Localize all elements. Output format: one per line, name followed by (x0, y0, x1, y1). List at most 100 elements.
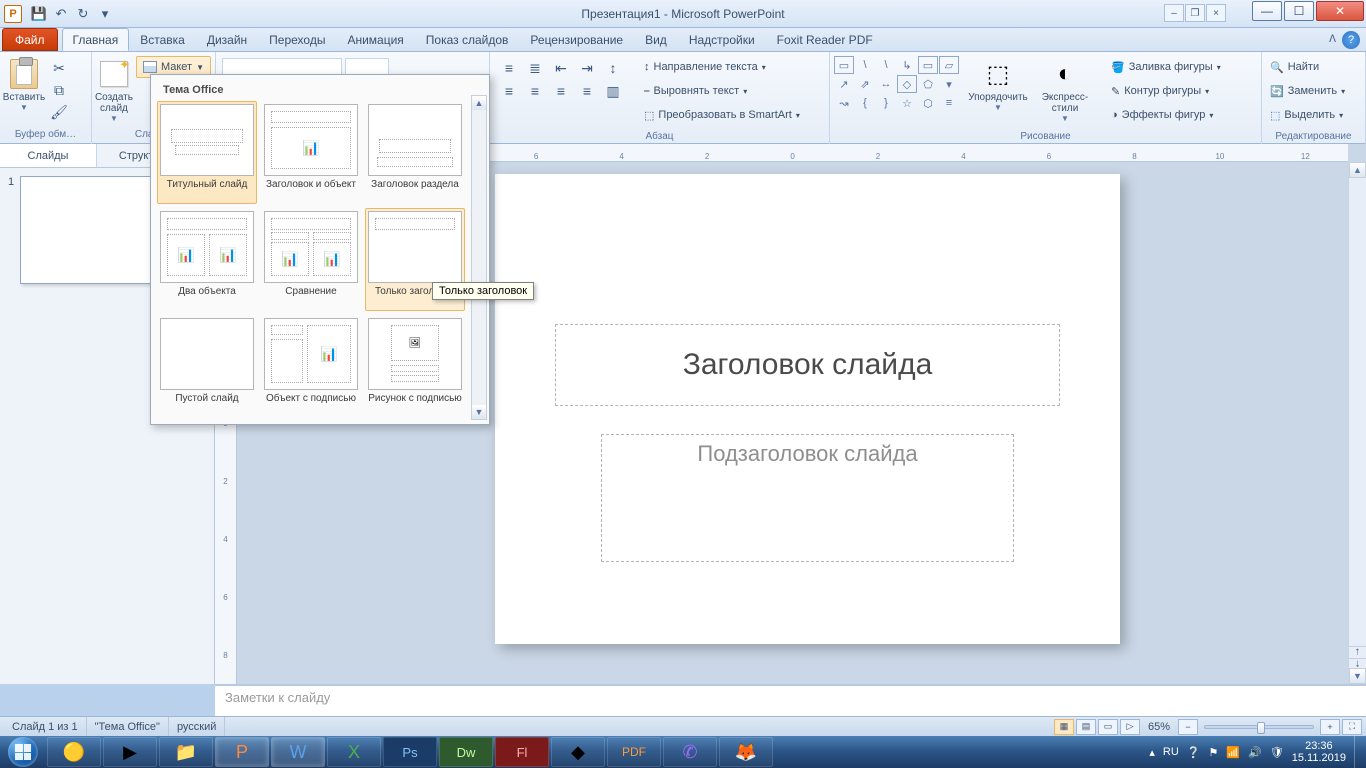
tab-slides-panel[interactable]: Слайды (0, 144, 97, 167)
start-button[interactable] (0, 736, 46, 768)
ribbon-minimize-icon[interactable]: ᐱ (1329, 34, 1336, 45)
layout-comparison[interactable]: Сравнение (261, 208, 361, 311)
quick-styles-button[interactable]: ◐ Экспресс-стили ▼ (1029, 54, 1101, 123)
window-minimize[interactable]: — (1252, 1, 1282, 21)
taskbar-powerpoint[interactable]: P (215, 737, 269, 767)
subtitle-placeholder[interactable]: Подзаголовок слайда (601, 434, 1014, 562)
tray-lang[interactable]: RU (1163, 746, 1179, 758)
tray-clock[interactable]: 23:36 15.11.2019 (1292, 740, 1346, 764)
layout-title-content[interactable]: Заголовок и объект (261, 101, 361, 204)
tray-show-hidden-icon[interactable]: ▴ (1149, 746, 1155, 759)
align-right-icon[interactable]: ≡ (550, 81, 572, 101)
layout-content-caption[interactable]: Объект с подписью (261, 315, 361, 418)
shape-fill-button[interactable]: 🪣Заливка фигуры▾ (1107, 56, 1225, 78)
tray-help-icon[interactable]: ❔ (1187, 746, 1201, 759)
taskbar-chrome[interactable]: 🟡 (47, 737, 101, 767)
tab-design[interactable]: Дизайн (196, 28, 258, 51)
cut-icon[interactable]: ✂ (48, 58, 70, 78)
taskbar-word[interactable]: W (271, 737, 325, 767)
zoom-slider-thumb[interactable] (1257, 722, 1265, 734)
status-slide[interactable]: Слайд 1 из 1 (4, 717, 87, 737)
tab-transitions[interactable]: Переходы (258, 28, 336, 51)
gallery-scroll-up[interactable]: ▲ (472, 96, 486, 110)
shape-outline-button[interactable]: ✎Контур фигуры▾ (1107, 80, 1225, 102)
prev-slide-icon[interactable]: ⭡ (1349, 646, 1366, 658)
window-close[interactable]: ✕ (1316, 1, 1364, 21)
layout-title-slide[interactable]: Титульный слайд (157, 101, 257, 204)
fit-window-icon[interactable]: ⛶ (1342, 719, 1362, 735)
window-host-restore[interactable]: ❐ (1185, 4, 1205, 22)
notes-pane[interactable]: Заметки к слайду (215, 684, 1366, 716)
align-left-icon[interactable]: ≡ (498, 81, 520, 101)
view-reading-icon[interactable]: ▭ (1098, 719, 1118, 735)
zoom-in-icon[interactable]: + (1320, 719, 1340, 735)
bullets-icon[interactable]: ≡ (498, 58, 520, 78)
taskbar-flash[interactable]: Fl (495, 737, 549, 767)
scroll-down-icon[interactable]: ▼ (1349, 668, 1366, 684)
format-painter-icon[interactable]: 🖌 (48, 102, 70, 122)
tray-shield-icon[interactable]: 🛡 (1270, 746, 1284, 759)
taskbar-dreamweaver[interactable]: Dw (439, 737, 493, 767)
zoom-slider[interactable] (1204, 725, 1314, 729)
zoom-out-icon[interactable]: − (1178, 719, 1198, 735)
copy-icon[interactable]: ⧉ (48, 80, 70, 100)
view-normal-icon[interactable]: ▦ (1054, 719, 1074, 735)
vertical-scrollbar[interactable]: ▲ ⭡⭣ ▼ (1348, 162, 1366, 684)
taskbar-pdf[interactable]: PDF (607, 737, 661, 767)
justify-icon[interactable]: ≡ (576, 81, 598, 101)
indent-dec-icon[interactable]: ⇤ (550, 58, 572, 78)
view-slideshow-icon[interactable]: ▷ (1120, 719, 1140, 735)
taskbar-explorer[interactable]: 📁 (159, 737, 213, 767)
tab-addins[interactable]: Надстройки (678, 28, 766, 51)
tab-foxit[interactable]: Foxit Reader PDF (766, 28, 884, 51)
title-placeholder[interactable]: Заголовок слайда (555, 324, 1060, 406)
new-slide-button[interactable]: Создать слайд ▼ (94, 54, 134, 123)
taskbar-inkscape[interactable]: ◆ (551, 737, 605, 767)
indent-inc-icon[interactable]: ⇥ (576, 58, 598, 78)
replace-button[interactable]: 🔄Заменить▾ (1266, 80, 1349, 102)
window-host-minimize[interactable]: – (1164, 4, 1184, 22)
line-spacing-icon[interactable]: ↕ (602, 58, 624, 78)
shapes-gallery[interactable]: ▭\\↳▭▱ ↗⇗↔◇⬠▾ ↝{}☆⬡≡ (832, 54, 961, 114)
gallery-scrollbar[interactable]: ▲ ▼ (471, 95, 487, 420)
tray-network-icon[interactable]: 📶 (1226, 746, 1240, 759)
taskbar-gimp[interactable]: 🦊 (719, 737, 773, 767)
show-desktop-button[interactable] (1354, 736, 1362, 768)
window-host-close[interactable]: × (1206, 4, 1226, 22)
taskbar-excel[interactable]: X (327, 737, 381, 767)
align-text-button[interactable]: ⎯Выровнять текст▾ (640, 80, 804, 102)
shape-effects-button[interactable]: ◑Эффекты фигур▾ (1107, 104, 1225, 126)
numbering-icon[interactable]: ≣ (524, 58, 546, 78)
qat-undo[interactable]: ↶ (50, 3, 72, 25)
taskbar-photoshop[interactable]: Ps (383, 737, 437, 767)
qat-customize[interactable]: ▾ (94, 3, 116, 25)
layout-two-content[interactable]: Два объекта (157, 208, 257, 311)
tab-home[interactable]: Главная (62, 28, 130, 51)
tray-volume-icon[interactable]: 🔊 (1248, 746, 1262, 759)
layout-section-header[interactable]: Заголовок раздела (365, 101, 465, 204)
zoom-value[interactable]: 65% (1142, 721, 1176, 733)
tray-flag-icon[interactable]: ⚑ (1209, 746, 1219, 759)
taskbar-viber[interactable]: ✆ (663, 737, 717, 767)
arrange-button[interactable]: ⬚ Упорядочить ▼ (967, 54, 1029, 112)
layout-picture-caption[interactable]: 🖼 Рисунок с подписью (365, 315, 465, 418)
help-icon[interactable]: ? (1342, 31, 1360, 49)
tab-slideshow[interactable]: Показ слайдов (415, 28, 520, 51)
text-direction-button[interactable]: ↕Направление текста▾ (640, 56, 804, 78)
status-language[interactable]: русский (169, 717, 225, 737)
tab-view[interactable]: Вид (634, 28, 678, 51)
window-maximize[interactable]: ☐ (1284, 1, 1314, 21)
select-button[interactable]: ⬚Выделить▾ (1266, 104, 1349, 126)
slide-canvas[interactable]: Заголовок слайда Подзаголовок слайда (495, 174, 1120, 644)
smartart-button[interactable]: ⬚Преобразовать в SmartArt▾ (640, 104, 804, 126)
tab-file[interactable]: Файл (2, 28, 58, 51)
qat-redo[interactable]: ↻ (72, 3, 94, 25)
system-tray[interactable]: ▴ RU ❔ ⚑ 📶 🔊 🛡 23:36 15.11.2019 (1139, 736, 1366, 768)
status-theme[interactable]: "Тема Office" (87, 717, 169, 737)
taskbar-mediaplayer[interactable]: ▶ (103, 737, 157, 767)
gallery-scroll-down[interactable]: ▼ (472, 405, 486, 419)
view-sorter-icon[interactable]: ▤ (1076, 719, 1096, 735)
tab-animations[interactable]: Анимация (336, 28, 414, 51)
paste-button[interactable]: Вставить ▼ (2, 54, 46, 112)
layout-blank[interactable]: Пустой слайд (157, 315, 257, 418)
